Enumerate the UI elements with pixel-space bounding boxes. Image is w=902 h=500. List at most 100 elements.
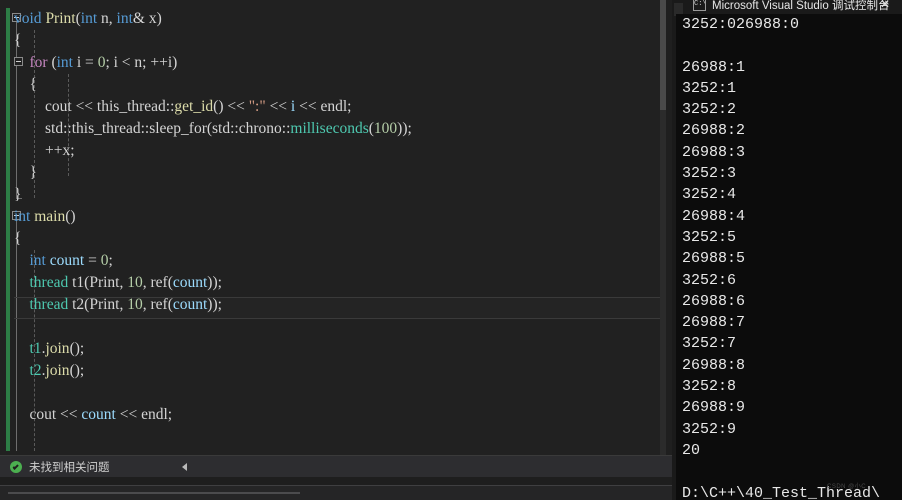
console-line: 26988:3 [682,143,746,161]
code-token: t2 [29,362,42,379]
editor-vertical-scrollbar[interactable] [660,0,666,455]
code-token: { [14,32,22,49]
code-token: for [29,54,48,71]
console-line: 26988:2 [682,122,746,140]
code-token: int [116,10,133,27]
code-token: count [172,296,208,313]
console-window-title: Microsoft Visual Studio 调试控制台 [712,0,890,12]
code-token: << endl; [295,98,352,115]
code-token: )); [207,274,222,291]
code-line[interactable]: std::this_thread::sleep_for(std::chrono:… [14,118,666,140]
code-line[interactable]: void Print(int n, int& x) [14,8,666,30]
code-line[interactable]: thread t1(Print, 10, ref(count)); [14,272,666,294]
code-token: get_id [174,98,214,115]
console-line: 3252:026988:0 [682,16,800,33]
code-token: main [34,208,66,225]
code-editing-surface[interactable]: void Print(int n, int& x) { for (int i = … [0,0,666,455]
code-line[interactable]: t1.join(); [14,338,666,360]
source-code-text[interactable]: void Print(int n, int& x) { for (int i = … [14,8,666,426]
console-line: 3252:4 [682,186,737,204]
console-app-icon: C:\ [693,0,706,11]
code-line[interactable]: t2.join(); [14,360,666,382]
code-token: () << [213,98,249,115]
console-line: 3252:9 [682,420,737,438]
code-token: (); [69,340,85,357]
error-status-bar: 未找到相关问题 [0,455,672,478]
code-token: (std::chrono:: [206,120,291,137]
console-line: 26988:8 [682,356,746,374]
code-token: thread [29,296,69,313]
code-token: int [14,208,31,225]
code-token: t1(Print, [68,274,128,291]
code-token: )); [397,120,412,137]
code-line[interactable]: } [14,162,666,184]
code-token: count [49,252,85,269]
code-line[interactable] [14,316,666,338]
console-output-text[interactable]: 3252:026988:0 26988:1 3252:1 3252:2 26988:2 2… [676,14,902,500]
code-token: } [14,164,37,181]
code-token: 10 [127,274,143,291]
code-line[interactable]: { [14,74,666,96]
code-token: t1 [29,340,42,357]
code-token: & x) [132,10,162,27]
code-line[interactable]: ++x; [14,140,666,162]
collapse-left-icon[interactable] [178,460,190,474]
console-line: 26988:7 [682,314,746,332]
console-line: 26988:1 [682,58,746,76]
code-line[interactable]: thread t2(Print, 10, ref(count)); [14,294,666,316]
code-line[interactable]: for (int i = 0; i < n; ++i) [14,52,666,74]
code-token: cout [45,98,72,115]
console-title-bar[interactable]: C:\ Microsoft Visual Studio 调试控制台 ✕ [672,0,902,16]
code-token: std::this_thread:: [14,120,150,137]
code-token: ++x; [14,142,75,159]
code-token: ( [47,54,57,71]
code-line[interactable] [14,382,666,404]
console-line: 26988:5 [682,250,746,268]
code-token: 10 [127,296,143,313]
code-token: << [265,98,291,115]
status-message: 未找到相关问题 [29,462,110,474]
code-token: join [45,340,70,357]
check-circle-icon [10,461,22,473]
code-line[interactable]: { [14,228,666,250]
console-line: 26988:6 [682,292,746,310]
code-line[interactable]: int count = 0; [14,250,666,272]
code-token: 100 [373,120,398,137]
code-line[interactable]: } [14,184,666,206]
close-icon[interactable]: ✕ [880,0,890,11]
code-token: count [81,406,116,423]
code-editor-pane: void Print(int n, int& x) { for (int i = … [0,0,672,500]
change-indicator-bar [6,8,10,451]
code-token: int [80,10,98,27]
code-token: t2(Print, [68,296,128,313]
editor-scrollbar-thumb[interactable] [660,0,666,110]
console-line: 3252:2 [682,101,737,119]
bottom-panel-highlight [8,492,300,494]
code-token: () [65,208,76,225]
code-line[interactable]: { [14,30,666,52]
code-token: ref [150,274,168,291]
bottom-tool-panel [0,485,672,500]
code-token: i = [73,54,98,71]
watermark-text: CSDN @小C [827,484,867,490]
code-line[interactable]: cout << count << endl; [14,404,666,426]
console-line: 26988:4 [682,207,746,225]
console-line: 3252:3 [682,165,737,183]
console-line: 3252:1 [682,79,737,97]
code-line[interactable]: int main() [14,206,666,228]
code-token: int [56,54,73,71]
debug-console-window[interactable]: C:\ Microsoft Visual Studio 调试控制台 ✕ 3252… [672,0,902,500]
console-line: 20 [682,441,701,459]
code-token: ; [108,252,113,269]
code-line[interactable]: cout << this_thread::get_id() << ":" << … [14,96,666,118]
code-token: join [45,362,70,379]
console-line: 3252:6 [682,271,737,289]
code-token: { [14,230,22,247]
